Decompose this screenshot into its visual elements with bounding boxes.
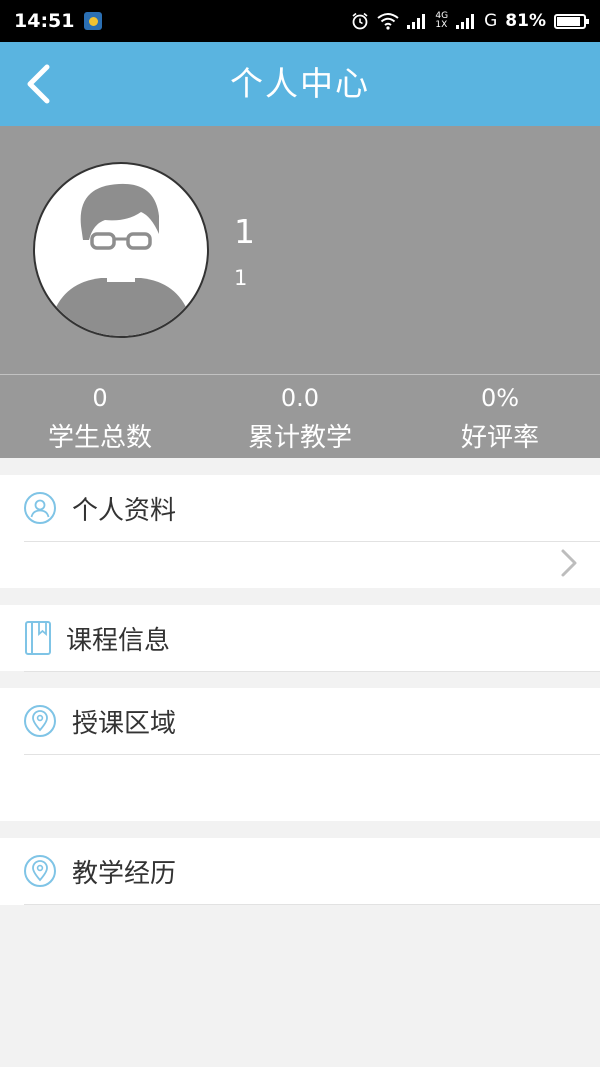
menu-item-course-info[interactable]: 课程信息: [24, 605, 600, 672]
network-bottom-label: 1X: [435, 20, 448, 30]
stat-value: 0%: [480, 384, 520, 412]
network-type: G: [484, 11, 498, 31]
stat-teaching: 0.0 累计教学: [200, 375, 400, 458]
app-header: 个人中心: [0, 42, 600, 126]
user-name: 1: [234, 212, 255, 251]
profile-banner: 1 1: [0, 126, 600, 374]
menu-label-course-info: 课程信息: [66, 625, 171, 656]
signal-icon: [407, 14, 426, 29]
signal-icon-2: [456, 14, 475, 29]
status-bar: 14:51 4G 1X G 81%: [0, 0, 600, 42]
network-indicator: 4G 1X: [435, 12, 448, 30]
stat-label: 累计教学: [247, 423, 352, 453]
status-time: 14:51: [14, 10, 75, 32]
stat-value: 0: [92, 384, 108, 412]
alarm-icon: [352, 12, 368, 30]
section-teaching-area: 授课区域: [0, 688, 600, 821]
menu-item-personal-info[interactable]: 个人资料: [24, 475, 600, 542]
battery-percent: 81%: [505, 11, 546, 31]
stat-label: 好评率: [460, 423, 539, 453]
menu-label-teaching-area: 授课区域: [72, 708, 177, 739]
menu-label-teaching-history: 教学经历: [72, 858, 177, 889]
default-avatar-icon: [53, 183, 189, 336]
page-title: 个人中心: [230, 64, 370, 103]
menu-item-teaching-area[interactable]: 授课区域: [24, 688, 600, 755]
status-right: 4G 1X G 81%: [351, 11, 589, 31]
status-left: 14:51: [14, 10, 103, 32]
user-icon: [24, 492, 56, 524]
menu-item-teaching-history[interactable]: 教学经历: [24, 838, 600, 905]
stats-bar: 0 学生总数 0.0 累计教学 0% 好评率: [0, 375, 600, 458]
user-subtitle: 1: [234, 266, 248, 290]
menu-label-personal-info: 个人资料: [72, 495, 177, 526]
stat-students: 0 学生总数: [0, 375, 200, 458]
stat-rating: 0% 好评率: [400, 375, 600, 458]
book-icon: [25, 621, 51, 655]
location-pin-icon: [24, 855, 56, 887]
section-teaching-history: 教学经历: [0, 838, 600, 905]
chevron-right-icon[interactable]: [560, 548, 578, 582]
location-pin-icon: [24, 705, 56, 737]
stat-label: 学生总数: [47, 423, 152, 453]
wifi-icon: [377, 13, 400, 30]
avatar[interactable]: [33, 162, 209, 338]
stat-value: 0.0: [280, 384, 320, 412]
notification-app-icon: [84, 12, 103, 30]
section-personal-info: 个人资料: [0, 475, 600, 588]
battery-icon: [554, 13, 589, 29]
battery-fill: [557, 16, 580, 26]
section-course-info: 课程信息: [0, 605, 600, 672]
